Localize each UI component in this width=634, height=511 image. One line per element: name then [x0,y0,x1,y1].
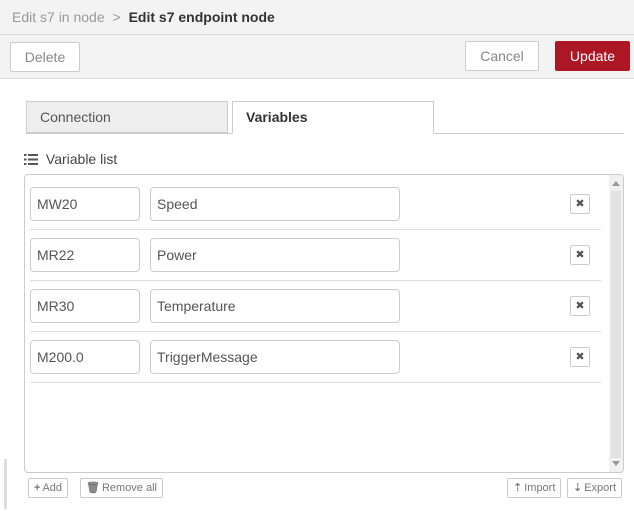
variable-address-input[interactable]: M200.0 [30,340,140,374]
breadcrumb-separator: > [112,9,121,25]
variable-list-label-text: Variable list [45,151,118,167]
import-label: Import [524,482,556,494]
list-scrollbar[interactable] [609,175,623,472]
scroll-down-icon[interactable] [612,461,620,466]
update-button[interactable]: Update [555,41,630,71]
download-icon: ⇣ [573,482,583,494]
tab-variables[interactable]: Variables [232,101,434,134]
close-icon: ✖ [575,300,585,312]
scroll-up-icon[interactable] [612,181,620,186]
list-item: MW20 Speed ✖ [30,179,601,230]
remove-all-button[interactable]: 🗑 Remove all [80,478,163,498]
variable-name-input[interactable]: TriggerMessage [150,340,400,374]
remove-all-label: Remove all [101,482,157,494]
export-button[interactable]: ⇣ Export [567,478,623,498]
list-icon [24,154,38,165]
tab-connection[interactable]: Connection [26,101,228,133]
list-item: M200.0 TriggerMessage ✖ [30,332,601,383]
tray-body: Connection Variables Variable list MW20 … [4,79,634,511]
remove-row-button[interactable]: ✖ [570,245,590,265]
list-item: MR30 Temperature ✖ [30,281,601,332]
trash-icon: 🗑 [86,482,100,494]
breadcrumb-parent-link[interactable]: Edit s7 in node [12,9,105,25]
upload-icon: ⇡ [513,482,523,494]
cancel-button[interactable]: Cancel [465,41,539,71]
plus-icon: + [34,482,41,494]
add-variable-button[interactable]: + Add [28,478,69,498]
breadcrumb: Edit s7 in node > Edit s7 endpoint node [0,0,634,35]
tray-toolbar: Delete Cancel Update [0,35,634,79]
add-label: Add [42,482,63,494]
close-icon: ✖ [575,249,585,261]
variable-address-input[interactable]: MR22 [30,238,140,272]
variable-name-input[interactable]: Power [150,238,400,272]
variable-list: MW20 Speed ✖ MR22 Power ✖ MR30 Temperatu… [24,174,624,473]
variable-name-input[interactable]: Speed [150,187,400,221]
left-resize-handle[interactable] [4,459,7,509]
breadcrumb-current: Edit s7 endpoint node [128,9,275,25]
variable-name-input[interactable]: Temperature [150,289,400,323]
variable-list-label: Variable list [24,151,117,167]
scroll-thumb[interactable] [611,191,621,458]
export-label: Export [584,482,617,494]
close-icon: ✖ [575,351,585,363]
variable-address-input[interactable]: MR30 [30,289,140,323]
remove-row-button[interactable]: ✖ [570,296,590,316]
variable-address-input[interactable]: MW20 [30,187,140,221]
delete-button[interactable]: Delete [10,42,80,72]
close-icon: ✖ [575,198,585,210]
list-item: MR22 Power ✖ [30,230,601,281]
import-button[interactable]: ⇡ Import [507,478,562,498]
tab-bar: Connection Variables [26,101,624,134]
remove-row-button[interactable]: ✖ [570,194,590,214]
remove-row-button[interactable]: ✖ [570,347,590,367]
